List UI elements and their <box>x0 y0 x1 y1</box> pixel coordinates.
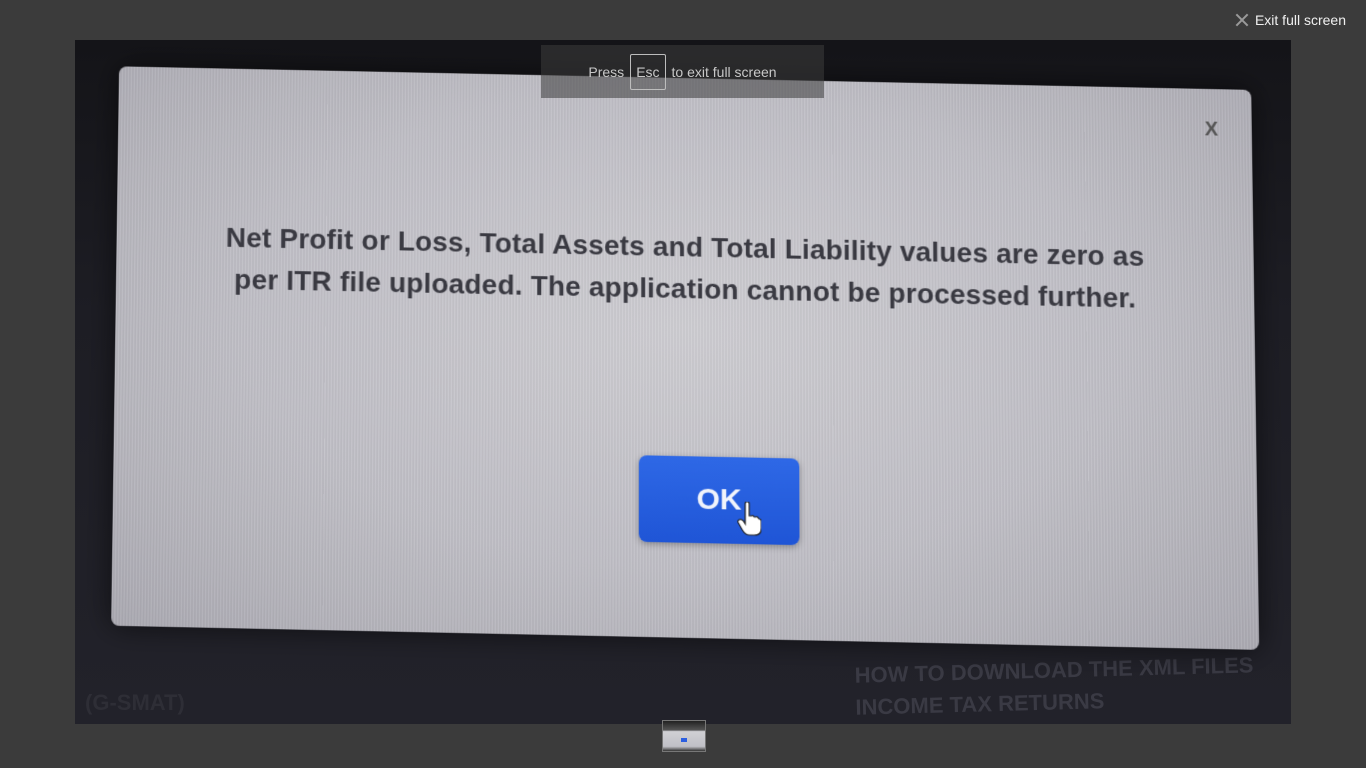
exit-full-screen-button[interactable]: Exit full screen <box>1235 12 1346 28</box>
esc-key: Esc <box>630 53 666 90</box>
dialog-message: Net Profit or Loss, Total Assets and Tot… <box>225 221 1145 314</box>
exit-full-screen-label: Exit full screen <box>1254 12 1346 28</box>
error-dialog: X Net Profit or Loss, Total Assets and T… <box>111 66 1260 650</box>
close-icon <box>1235 13 1249 27</box>
ok-button[interactable]: OK <box>638 455 800 546</box>
hand-cursor-icon <box>737 502 761 537</box>
background-page-fragment: (G-SMAT) <box>85 690 185 715</box>
esc-hint-prefix: Press <box>588 63 625 80</box>
esc-hint-suffix: to exit full screen <box>671 63 777 80</box>
background-page-heading: HOW TO DOWNLOAD THE XML FILES INCOME TAX… <box>854 652 1254 720</box>
dialog-close-button[interactable]: X <box>1205 119 1219 142</box>
esc-hint: Press Esc to exit full screen <box>541 45 824 98</box>
fullscreen-image-viewer: Exit full screen (G-SMAT) HOW TO DOWNLOA… <box>0 0 1366 768</box>
photo: (G-SMAT) HOW TO DOWNLOAD THE XML FILES I… <box>75 40 1291 724</box>
image-thumbnail[interactable] <box>662 720 706 752</box>
